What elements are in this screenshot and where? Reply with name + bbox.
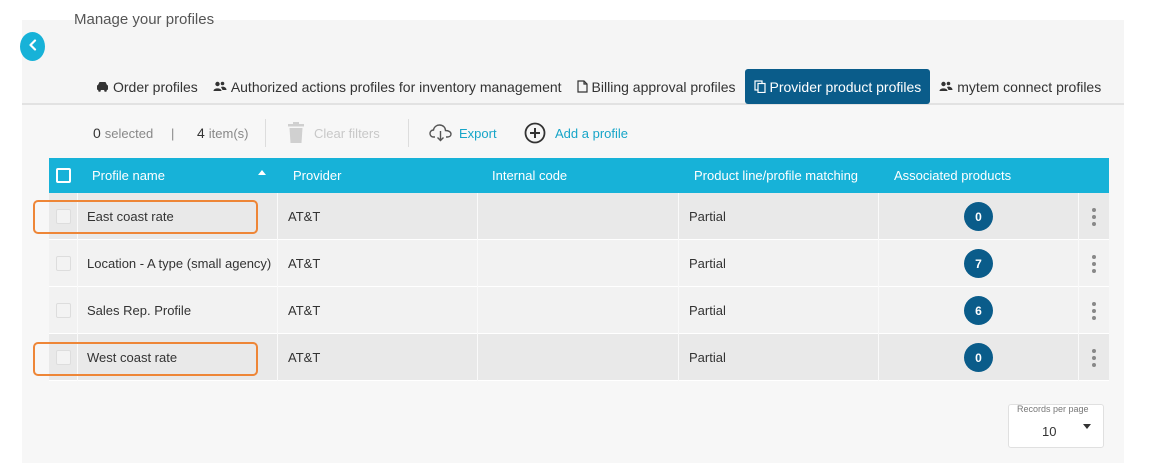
export-label: Export — [459, 125, 497, 141]
row-checkbox[interactable] — [49, 240, 78, 287]
copy-icon — [753, 80, 766, 93]
table-row[interactable]: Sales Rep. Profile AT&T Partial 6 — [49, 287, 1109, 334]
users-icon — [939, 81, 953, 92]
select-all-checkbox[interactable] — [49, 158, 78, 193]
page-header: Manage your profiles Order profiles Auth… — [22, 11, 1124, 105]
cell-provider: AT&T — [278, 334, 478, 381]
item-count: 4 item(s) — [197, 125, 249, 141]
divider — [265, 119, 266, 147]
tab-label: Authorized actions profiles for inventor… — [230, 78, 562, 95]
cell-matching: Partial — [679, 334, 879, 381]
records-per-page-label: Records per page — [1017, 404, 1089, 414]
row-checkbox[interactable] — [49, 287, 78, 334]
row-menu-button[interactable] — [1079, 193, 1109, 240]
chevron-left-icon — [28, 38, 38, 56]
row-menu-button[interactable] — [1079, 287, 1109, 334]
column-header-internal-code[interactable]: Internal code — [478, 158, 679, 193]
tab-label: mytem connect profiles — [957, 78, 1102, 95]
count-badge[interactable]: 0 — [964, 202, 993, 231]
table-toolbar: 0 selected | 4 item(s) Clear filters Exp… — [0, 119, 1152, 147]
plus-circle-icon — [524, 122, 546, 144]
kebab-menu-icon — [1092, 254, 1096, 273]
column-header-profile-name[interactable]: Profile name — [78, 158, 278, 193]
trash-icon — [287, 122, 305, 144]
highlight-box — [33, 342, 258, 376]
records-per-page-select[interactable]: Records per page 10 — [1008, 404, 1104, 448]
tab-provider-product-profiles[interactable]: Provider product profiles — [744, 69, 931, 104]
tab-billing-approval-profiles[interactable]: Billing approval profiles — [571, 69, 742, 104]
tab-authorized-actions-profiles[interactable]: Authorized actions profiles for inventor… — [207, 69, 568, 104]
cloud-download-icon — [429, 124, 452, 142]
table-header: Profile name Provider Internal code Prod… — [49, 158, 1109, 193]
cell-provider: AT&T — [278, 240, 478, 287]
cell-associated-products: 6 — [879, 287, 1079, 334]
column-header-actions — [1079, 158, 1109, 193]
row-menu-button[interactable] — [1079, 334, 1109, 381]
tab-mytem-connect-profiles[interactable]: mytem connect profiles — [933, 69, 1107, 104]
page-title: Manage your profiles — [74, 11, 215, 28]
clear-filters-label: Clear filters — [314, 125, 380, 141]
export-button[interactable]: Export — [429, 119, 497, 147]
tab-label: Provider product profiles — [769, 78, 922, 95]
clear-filters-button[interactable]: Clear filters — [287, 119, 380, 147]
cell-internal-code — [478, 334, 679, 381]
users-icon — [213, 81, 227, 92]
column-header-product-line-matching[interactable]: Product line/profile matching — [679, 158, 879, 193]
add-profile-label: Add a profile — [555, 125, 628, 141]
cell-matching: Partial — [679, 240, 879, 287]
car-icon — [96, 81, 109, 92]
tab-label: Billing approval profiles — [591, 78, 736, 95]
column-header-provider[interactable]: Provider — [278, 158, 478, 193]
cell-internal-code — [478, 193, 679, 240]
cell-internal-code — [478, 287, 679, 334]
cell-provider: AT&T — [278, 193, 478, 240]
tab-order-profiles[interactable]: Order profiles — [90, 69, 204, 104]
kebab-menu-icon — [1092, 348, 1096, 367]
sort-ascending-icon — [258, 170, 266, 175]
count-badge[interactable]: 7 — [964, 249, 993, 278]
cell-associated-products: 7 — [879, 240, 1079, 287]
kebab-menu-icon — [1092, 207, 1096, 226]
kebab-menu-icon — [1092, 301, 1096, 320]
count-separator: | — [171, 125, 175, 141]
table-row[interactable]: Location - A type (small agency) AT&T Pa… — [49, 240, 1109, 287]
cell-profile-name: Sales Rep. Profile — [78, 287, 278, 334]
add-profile-button[interactable]: Add a profile — [524, 119, 628, 147]
cell-provider: AT&T — [278, 287, 478, 334]
cell-matching: Partial — [679, 193, 879, 240]
back-button[interactable] — [20, 32, 45, 61]
count-badge[interactable]: 0 — [964, 343, 993, 372]
cell-associated-products: 0 — [879, 193, 1079, 240]
document-icon — [576, 80, 588, 93]
selected-count: 0 selected — [93, 125, 154, 141]
cell-matching: Partial — [679, 287, 879, 334]
profile-tabs: Order profiles Authorized actions profil… — [90, 69, 1110, 104]
count-badge[interactable]: 6 — [964, 296, 993, 325]
divider — [408, 119, 409, 147]
cell-internal-code — [478, 240, 679, 287]
records-per-page-value: 10 — [1042, 424, 1057, 439]
tab-label: Order profiles — [113, 78, 198, 95]
app-root: Manage your profiles Order profiles Auth… — [0, 0, 1152, 463]
caret-down-icon — [1083, 424, 1091, 429]
cell-profile-name: Location - A type (small agency) — [78, 240, 278, 287]
column-header-associated-products[interactable]: Associated products — [879, 158, 1079, 193]
highlight-box — [33, 200, 258, 234]
row-menu-button[interactable] — [1079, 240, 1109, 287]
cell-associated-products: 0 — [879, 334, 1079, 381]
